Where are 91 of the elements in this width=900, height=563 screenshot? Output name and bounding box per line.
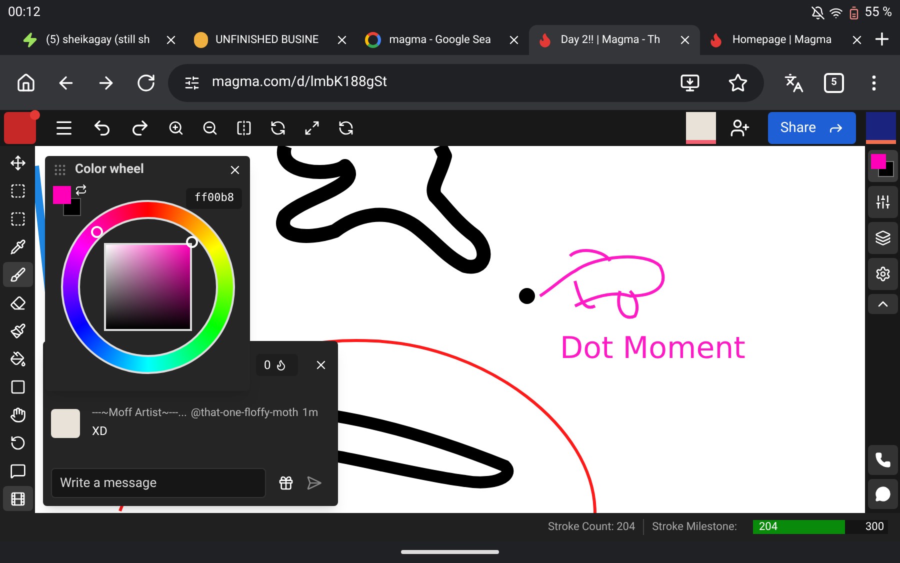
tab-title: Day 2!! | Magma - Th: [560, 32, 662, 48]
close-icon[interactable]: [314, 358, 328, 372]
translate-icon[interactable]: [784, 72, 804, 92]
phone-icon: [874, 452, 890, 468]
speech-bubble-icon: [10, 462, 26, 478]
color-swatch-button[interactable]: [868, 150, 898, 182]
author-handle: @that-one-floffy-moth: [190, 405, 298, 421]
brush-icon: [10, 266, 26, 282]
panel-title: Color wheel: [75, 161, 145, 180]
install-icon[interactable]: [680, 72, 700, 92]
browser-tab[interactable]: (5) sheikagay (still sh: [14, 25, 186, 55]
primary-color-swatch[interactable]: [53, 186, 71, 204]
avatar[interactable]: [866, 112, 896, 144]
move-icon: [10, 154, 26, 170]
eyedropper-icon: [10, 238, 26, 254]
battery-percent: 55 %: [864, 4, 892, 22]
swap-icon[interactable]: [75, 184, 87, 196]
rotate-icon: [10, 434, 26, 450]
undo-icon[interactable]: [92, 118, 112, 138]
browser-tab[interactable]: Homepage | Magma: [700, 25, 872, 55]
bell-off-icon: [810, 6, 825, 20]
tab-title: magma - Google Sea: [389, 32, 492, 48]
stroke-count: Stroke Count: 204: [548, 518, 636, 535]
message-time: 1m: [302, 405, 318, 421]
zoom-out-icon[interactable]: [202, 120, 218, 136]
flame-icon: [708, 32, 724, 48]
gift-icon[interactable]: [278, 475, 294, 491]
square-icon: [10, 378, 26, 394]
site-settings-icon[interactable]: [184, 74, 200, 90]
progress-value: 204: [758, 518, 779, 535]
saturation-square[interactable]: [104, 243, 192, 331]
tool-button[interactable]: [2, 486, 32, 511]
url-text: magma.com/d/lmbK188gSt: [212, 73, 388, 92]
reaction-counter[interactable]: 0: [256, 354, 298, 376]
author-name: ---~Moff Artist~---...: [92, 405, 187, 421]
flame-icon: [274, 359, 287, 371]
avatar: [51, 409, 80, 438]
address-field[interactable]: magma.com/d/lmbK188gSt: [168, 64, 764, 102]
add-user-icon[interactable]: [730, 118, 750, 138]
coin-icon: [194, 32, 208, 48]
rotate-view-icon[interactable]: [270, 120, 286, 136]
message-text: XD: [92, 422, 108, 440]
tab-title: Homepage | Magma: [732, 32, 833, 48]
settings-icon: [874, 266, 890, 282]
tab-title: UNFINISHED BUSINE: [216, 32, 320, 48]
milestone-label: Stroke Milestone:: [652, 518, 737, 535]
tab-title: (5) sheikagay (still sh: [46, 32, 151, 48]
call-button[interactable]: [868, 445, 898, 475]
progress-max: 300: [865, 518, 885, 535]
chat-button[interactable]: [868, 479, 898, 509]
film-icon: [10, 490, 26, 506]
chat-bubble-icon: [874, 486, 890, 502]
reload-icon[interactable]: [136, 72, 156, 92]
send-icon[interactable]: [306, 475, 322, 491]
browser-tab[interactable]: magma - Google Sea: [357, 25, 529, 55]
dashed-square-icon: [10, 182, 26, 198]
handwritten-text: Dot Moment: [560, 331, 746, 366]
paintbrush-icon: [10, 322, 26, 338]
bookmark-star-icon[interactable]: [728, 72, 748, 92]
flame-icon: [536, 32, 553, 48]
layers-icon: [874, 230, 890, 246]
clock-time: 00:12: [8, 4, 40, 22]
drawing-canvas[interactable]: Dot Moment Color wheel ff00b8 0 ---~Moff Artist~---... @that-one-floffy-moth 1m XD Write a message: [35, 146, 865, 513]
collapse-button[interactable]: [868, 294, 898, 314]
wifi-icon: [828, 6, 843, 20]
adjustments-icon: [874, 194, 890, 210]
flip-icon[interactable]: [236, 120, 252, 136]
hand-icon: [10, 406, 26, 422]
tab-count[interactable]: 5: [824, 72, 844, 92]
drag-handle-icon[interactable]: [53, 163, 67, 177]
close-icon[interactable]: [228, 163, 242, 177]
side-button[interactable]: [868, 222, 898, 254]
message-input[interactable]: Write a message: [51, 468, 266, 498]
side-button[interactable]: [868, 186, 898, 218]
lightning-icon: [22, 32, 38, 48]
browser-tab[interactable]: UNFINISHED BUSINE: [186, 25, 358, 55]
fullscreen-icon[interactable]: [304, 120, 320, 136]
eraser-icon: [10, 294, 26, 310]
paint-bucket-icon: [10, 350, 26, 366]
tool-button[interactable]: [2, 262, 32, 287]
reset-view-icon[interactable]: [338, 120, 354, 136]
dot: [519, 288, 535, 304]
google-icon: [365, 32, 382, 48]
hex-field[interactable]: ff00b8: [186, 188, 242, 208]
zoom-in-icon[interactable]: [168, 120, 184, 136]
color-handle[interactable]: [186, 236, 198, 248]
side-button[interactable]: [868, 258, 898, 290]
browser-tab[interactable]: Day 2!! | Magma - Th: [528, 25, 700, 55]
share-button[interactable]: Share: [768, 112, 856, 144]
redo-icon[interactable]: [130, 118, 150, 138]
home-icon[interactable]: [16, 72, 36, 92]
